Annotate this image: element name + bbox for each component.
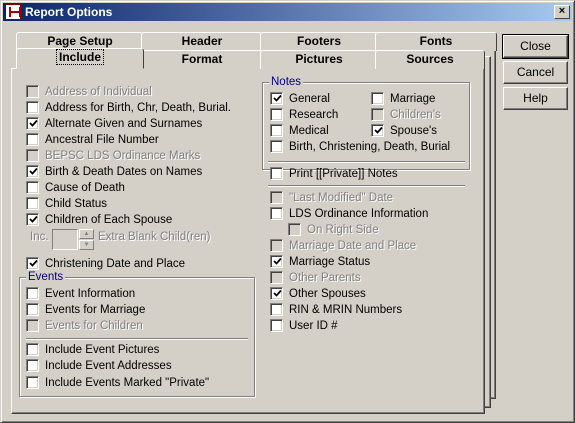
right-option-3-box [270,239,283,252]
right-option-8-box[interactable] [270,319,283,332]
tab-sources[interactable]: Sources [375,50,485,69]
close-window-button[interactable]: × [554,5,570,19]
close-button[interactable]: Close [502,34,569,59]
left-option-7-box[interactable] [26,197,39,210]
notes-left-0-box[interactable] [270,92,283,105]
notes-separator [268,161,465,163]
event-option-1-label: Events for Marriage [45,304,146,316]
right-option-3-label: Marriage Date and Place [289,240,417,252]
event-option-0-label: Event Information [45,288,136,300]
right-option-7-label: RIN & MRIN Numbers [289,304,403,316]
title-bar: Report Options × [3,3,572,21]
notes-birth-christening-label: Birth, Christening, Death, Burial [289,141,451,153]
right-option-5-label: Other Parents [289,272,361,284]
event-option-0-box[interactable] [26,287,39,300]
right-option-6-label: Other Spouses [289,288,366,300]
right-option-0-box [270,191,283,204]
left-option-2-box[interactable] [26,117,39,130]
event-option-1-box[interactable] [26,303,39,316]
notes-right-2-box[interactable] [371,124,384,137]
tab-footers[interactable]: Footers [260,32,378,51]
event-include-2-label: Include Events Marked "Private" [45,377,210,389]
left-option-1-box[interactable] [26,101,39,114]
event-include-1-label: Include Event Addresses [45,360,172,372]
left-option-1-label: Address for Birth, Chr, Death, Burial. [45,102,231,114]
notes-right-2-label: Spouse's [390,125,437,137]
left-option-8-box[interactable] [26,213,39,226]
christening-checkbox-box[interactable] [26,257,39,270]
right-option-7-box[interactable] [270,303,283,316]
extra-blank-count-input[interactable] [52,229,78,250]
notes-right-1-label: Children's [390,109,441,121]
right-option-0-label: "Last Modified" Date [289,192,394,204]
notes-right-0-box[interactable] [371,92,384,105]
left-option-6-label: Cause of Death [45,182,125,194]
event-include-0-label: Include Event Pictures [45,344,160,356]
cancel-button[interactable]: Cancel [503,61,568,84]
right-option-1-box[interactable] [270,207,283,220]
spin-up-button[interactable]: ▲ [79,229,94,239]
right-option-6-box[interactable] [270,287,283,300]
event-include-2-box[interactable] [26,376,39,389]
event-include-1-box[interactable] [26,359,39,372]
notes-left-0-label: General [289,93,330,105]
notes-left-1-box[interactable] [270,108,283,121]
notes-right-0-label: Marriage [390,93,436,105]
help-button[interactable]: Help [503,87,568,110]
right-option-5-box [270,271,283,284]
right-option-4-box[interactable] [270,255,283,268]
left-option-3-box[interactable] [26,133,39,146]
inc-label: Inc. [30,231,49,243]
christening-checkbox-label: Christening Date and Place [45,258,185,270]
notes-right-1-box [371,108,384,121]
tab-include[interactable]: Include [16,48,144,69]
left-option-4-label: BEPSC LDS Ordinance Marks [45,150,201,162]
tab-format[interactable]: Format [141,50,263,69]
left-option-4-box [26,149,39,162]
left-option-8-label: Children of Each Spouse [45,214,173,226]
extra-blank-children-label: Extra Blank Child(ren) [98,231,211,243]
event-option-2-label: Events for Children [45,320,143,332]
right-option-1-label: LDS Ordinance Information [289,208,429,220]
report-options-window: Report Options × Page Setup Header Foote… [0,0,575,423]
tab-fonts[interactable]: Fonts [375,32,497,51]
left-option-3-label: Ancestral File Number [45,134,159,146]
print-private-notes-box[interactable] [270,167,283,180]
notes-birth-christening-box[interactable] [270,140,283,153]
left-option-5-box[interactable] [26,165,39,178]
notes-left-2-label: Medical [289,125,329,137]
print-private-notes-label: Print [[Private]] Notes [289,168,398,180]
left-option-5-label: Birth & Death Dates on Names [45,166,203,178]
spin-down-button[interactable]: ▼ [79,240,94,250]
tab-pictures[interactable]: Pictures [260,50,378,69]
right-option-4-label: Marriage Status [289,256,371,268]
notes-left-1-label: Research [289,109,339,121]
left-option-6-box[interactable] [26,181,39,194]
event-include-0-box[interactable] [26,343,39,356]
tab-header[interactable]: Header [141,32,263,51]
window-title: Report Options [25,5,113,19]
print-separator [268,185,465,187]
left-option-2-label: Alternate Given and Surnames [45,118,203,130]
event-option-2-box [26,319,39,332]
events-group-title: Events [26,271,66,284]
right-option-8-label: User ID # [289,320,338,332]
right-option-2-box [288,223,301,236]
right-option-2-label: On Right Side [307,224,379,236]
events-separator [26,338,248,340]
left-option-0-box [26,85,39,98]
app-icon [5,4,21,20]
notes-left-2-box[interactable] [270,124,283,137]
notes-group-title: Notes [269,76,304,89]
left-option-7-label: Child Status [45,198,108,210]
left-option-0-label: Address of Individual [45,86,152,98]
